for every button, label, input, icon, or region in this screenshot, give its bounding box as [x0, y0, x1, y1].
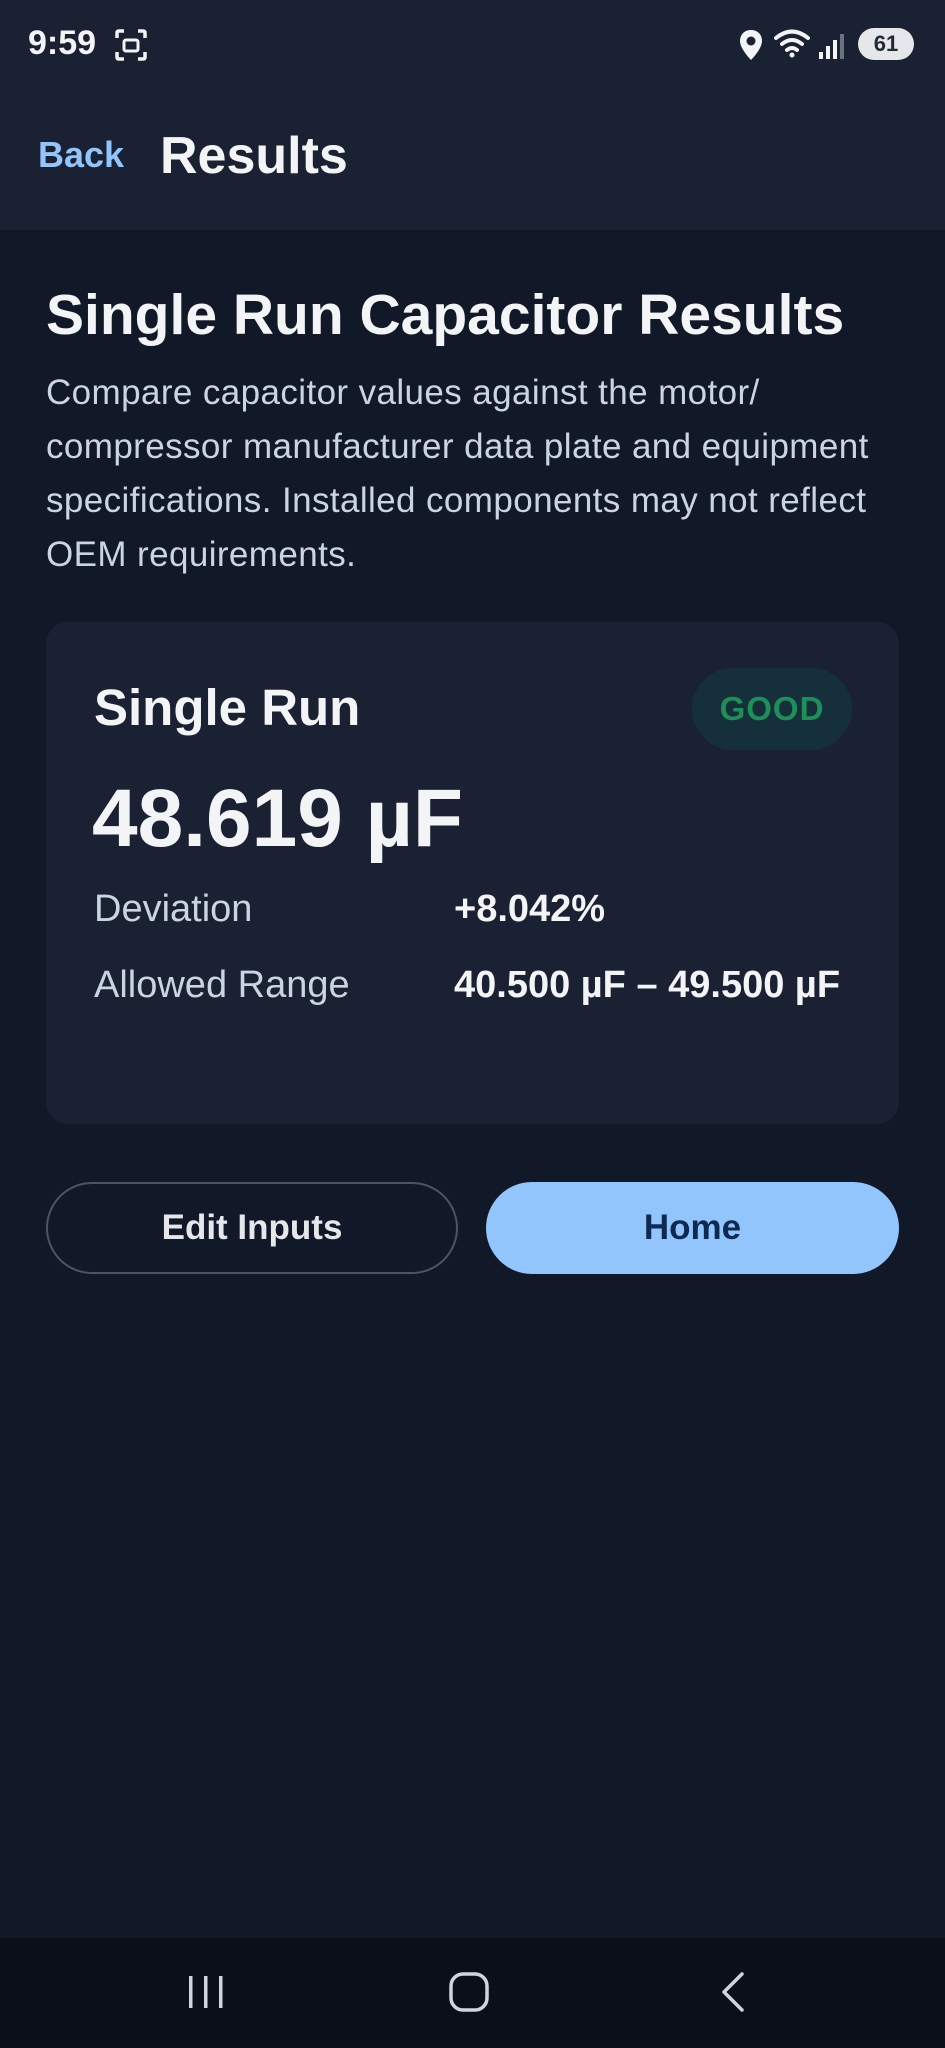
deviation-label: Deviation [94, 888, 253, 930]
location-icon [738, 28, 764, 67]
battery-icon: 61 [858, 28, 914, 60]
result-card: Single Run GOOD 48.619 µF Deviation +8.0… [46, 622, 899, 1124]
capacitance-reading: 48.619 µF [92, 773, 463, 864]
status-badge: GOOD [692, 668, 852, 750]
page-title: Single Run Capacitor Results [46, 283, 845, 347]
screenshot-icon [114, 28, 148, 67]
back-icon[interactable] [718, 1971, 748, 2018]
allowed-range-label: Allowed Range [94, 964, 350, 1006]
recent-apps-icon[interactable] [186, 1972, 226, 2017]
main-content: Single Run Capacitor Results Compare cap… [0, 230, 945, 1938]
allowed-range-value: 40.500 µF – 49.500 µF [454, 964, 841, 1006]
back-button[interactable]: Back [38, 134, 124, 176]
wifi-icon [774, 28, 810, 63]
home-icon[interactable] [448, 1971, 490, 2018]
app-bar: Back Results [0, 90, 945, 230]
result-card-title: Single Run [94, 679, 361, 736]
screen-title: Results [160, 127, 348, 185]
status-bar: 9:59 61 [0, 0, 945, 90]
signal-icon [818, 30, 850, 65]
deviation-value: +8.042% [454, 888, 606, 930]
edit-inputs-button[interactable]: Edit Inputs [46, 1182, 458, 1274]
page-description: Compare capacitor values against the mot… [46, 373, 869, 574]
home-button[interactable]: Home [486, 1182, 899, 1274]
status-time: 9:59 [28, 24, 97, 62]
system-nav-bar [0, 1938, 945, 2048]
